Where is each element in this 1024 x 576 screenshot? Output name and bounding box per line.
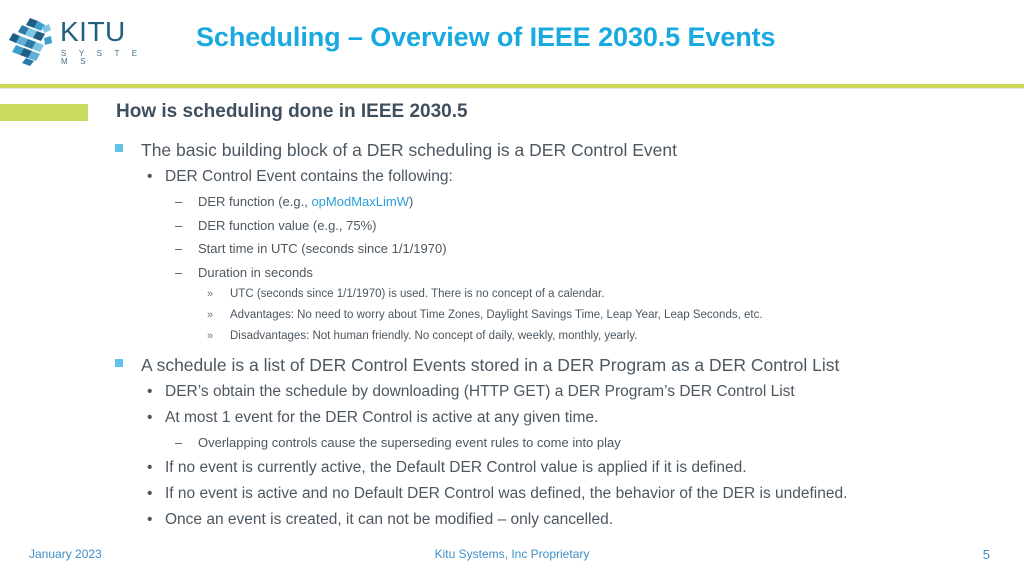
bullet-text: DER’s obtain the schedule by downloading… (165, 383, 795, 400)
dash-bullet-icon: – (175, 241, 183, 256)
bullet-text: If no event is active and no Default DER… (165, 484, 848, 502)
bullet-text: DER function value (e.g., 75%) (198, 217, 377, 233)
bullet-level2: • DER Control Event contains the followi… (0, 168, 1024, 191)
bullet-text: DER function (e.g., opModMaxLimW) (198, 194, 413, 209)
kitu-network-logo-icon (9, 18, 52, 66)
square-bullet-icon (115, 351, 141, 372)
bullet-level2: • Once an event is created, it can not b… (0, 511, 1024, 534)
bullet-text: Duration in seconds (198, 264, 313, 280)
bullet-text-post: ) (408, 194, 414, 209)
logo-name: KITU (60, 16, 126, 47)
section-accent-block (0, 104, 88, 121)
slide-body: The basic building block of a DER schedu… (0, 140, 1024, 537)
bullet-text: The basic building block of a DER schedu… (141, 140, 677, 160)
section-heading: How is scheduling done in IEEE 2030.5 (116, 101, 468, 122)
chevron-bullet-icon: » (207, 309, 214, 321)
logo-tagline: S Y S T E M S (61, 49, 143, 66)
bullet-text: Advantages: No need to worry about Time … (230, 309, 763, 321)
bullet-level4: » Disadvantages: Not human friendly. No … (0, 330, 1024, 348)
slide-header: KITU S Y S T E M S Scheduling – Overview… (0, 0, 1024, 88)
bullet-level1: The basic building block of a DER schedu… (0, 140, 1024, 165)
dot-bullet-icon: • (147, 510, 153, 528)
bullet-text: UTC (seconds since 1/1/1970) is used. Th… (230, 288, 605, 300)
bullet-level3: – DER function (e.g., opModMaxLimW) (0, 194, 1024, 214)
dash-bullet-icon: – (175, 194, 183, 209)
dot-bullet-icon: • (147, 383, 153, 400)
bullet-text: At most 1 event for the DER Control is a… (165, 409, 599, 426)
bullet-text: DER Control Event contains the following… (165, 168, 453, 185)
dot-bullet-icon: • (147, 458, 153, 476)
bullet-text: A schedule is a list of DER Control Even… (141, 355, 840, 375)
bullet-level3: – Duration in seconds (0, 265, 1024, 285)
dash-bullet-icon: – (175, 217, 183, 233)
slide-title: Scheduling – Overview of IEEE 2030.5 Eve… (196, 22, 776, 52)
bullet-level3: – Start time in UTC (seconds since 1/1/1… (0, 241, 1024, 261)
bullet-level3: – DER function value (e.g., 75%) (0, 218, 1024, 238)
bullet-level2: • DER’s obtain the schedule by downloadi… (0, 383, 1024, 406)
dot-bullet-icon: • (147, 409, 153, 426)
bullet-text: Disadvantages: Not human friendly. No co… (230, 330, 638, 342)
footer-proprietary-notice: Kitu Systems, Inc Proprietary (434, 547, 590, 561)
bullet-text: Start time in UTC (seconds since 1/1/197… (198, 241, 447, 256)
bullet-level4: » Advantages: No need to worry about Tim… (0, 309, 1024, 327)
dash-bullet-icon: – (175, 264, 183, 280)
header-divider (0, 88, 1024, 89)
der-function-code: opModMaxLimW (311, 194, 409, 209)
bullet-text-pre: DER function (e.g., (198, 194, 312, 209)
footer-page-number: 5 (982, 547, 990, 562)
logo-wordmark: KITU S Y S T E M S (60, 16, 153, 66)
bullet-level3: – Overlapping controls cause the superse… (0, 435, 1024, 455)
dot-bullet-icon: • (147, 484, 153, 502)
bullet-level1: A schedule is a list of DER Control Even… (0, 355, 1024, 380)
chevron-bullet-icon: » (207, 330, 214, 342)
dot-bullet-icon: • (147, 168, 153, 185)
bullet-text: Overlapping controls cause the supersedi… (198, 435, 621, 450)
bullet-text: If no event is currently active, the Def… (165, 458, 747, 476)
dash-bullet-icon: – (175, 435, 183, 450)
chevron-bullet-icon: » (207, 288, 214, 300)
bullet-level2: • If no event is active and no Default D… (0, 485, 1024, 508)
bullet-level2: • At most 1 event for the DER Control is… (0, 409, 1024, 432)
bullet-level2: • If no event is currently active, the D… (0, 459, 1024, 482)
bullet-text: Once an event is created, it can not be … (165, 510, 614, 528)
square-bullet-icon (115, 136, 141, 157)
kitu-logo: KITU S Y S T E M S (8, 12, 153, 70)
slide-footer: January 2023 Kitu Systems, Inc Proprieta… (0, 544, 1024, 568)
bullet-level4: » UTC (seconds since 1/1/1970) is used. … (0, 288, 1024, 306)
